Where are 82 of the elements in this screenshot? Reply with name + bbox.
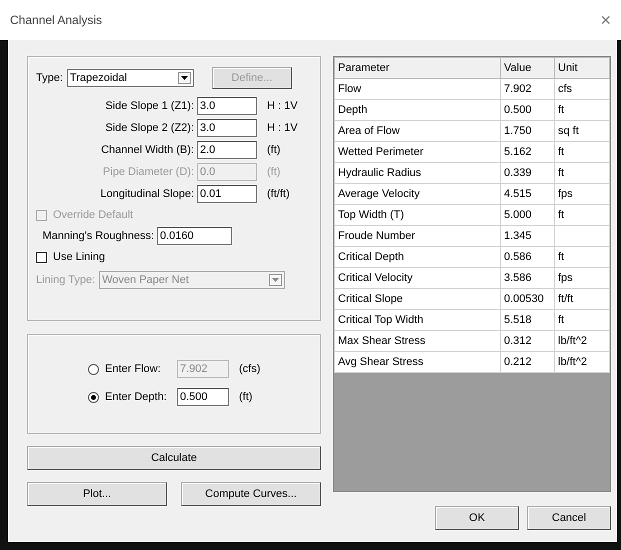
table-cell: 5.162 xyxy=(500,142,554,162)
table-cell: lb/ft^2 xyxy=(554,330,610,352)
field-label: Side Slope 1 (Z1): xyxy=(104,100,195,112)
use-lining-label: Use Lining xyxy=(53,251,105,263)
unit-label: (ft) xyxy=(267,166,280,178)
unit-label: (cfs) xyxy=(239,363,260,375)
radio-label: Enter Flow: xyxy=(105,363,162,375)
table-cell: 0.339 xyxy=(500,162,554,184)
table-cell: Critical Top Width xyxy=(334,310,500,330)
table-cell: Area of Flow xyxy=(334,120,500,142)
lining-type-label: Lining Type: xyxy=(36,274,96,286)
table-cell: Hydraulic Radius xyxy=(334,162,500,184)
close-button[interactable]: × xyxy=(600,10,611,30)
table-cell: Depth xyxy=(334,100,500,120)
table-cell: 0.500 xyxy=(500,100,554,120)
table-cell: ft xyxy=(554,246,610,268)
table-cell: lb/ft^2 xyxy=(554,352,610,372)
table-cell: cfs xyxy=(554,78,610,100)
table-cell: ft/ft xyxy=(554,288,610,310)
column-header: Parameter xyxy=(334,58,500,78)
table-cell: sq ft xyxy=(554,120,610,142)
roughness-label: Manning's Roughness: xyxy=(41,230,155,242)
type-dropdown[interactable]: Trapezoidal xyxy=(66,69,194,87)
table-cell: Avg Shear Stress xyxy=(334,352,500,372)
radio-button[interactable] xyxy=(88,392,99,402)
input-field[interactable]: 2.0 xyxy=(197,141,257,159)
table-cell: fps xyxy=(554,184,610,204)
input-field[interactable]: 0.500 xyxy=(177,388,229,406)
table-cell: Critical Slope xyxy=(334,288,500,310)
table-cell: ft xyxy=(554,162,610,184)
radio-button[interactable] xyxy=(88,364,99,374)
dropdown-arrow-icon xyxy=(272,278,280,282)
window-title: Channel Analysis xyxy=(10,13,102,27)
table-cell: 0.212 xyxy=(500,352,554,372)
table-cell: Flow xyxy=(334,78,500,100)
table-cell: ft xyxy=(554,204,610,226)
type-label: Type: xyxy=(36,72,63,84)
unit-label: (ft/ft) xyxy=(267,188,290,200)
radio-label: Enter Depth: xyxy=(105,391,168,403)
table-cell: 5.000 xyxy=(500,204,554,226)
table-cell: Top Width (T) xyxy=(334,204,500,226)
field-label: Pipe Diameter (D): xyxy=(102,166,195,178)
input-field[interactable]: 3.0 xyxy=(197,97,257,115)
dropdown-arrow-icon xyxy=(180,76,188,80)
table-cell: 0.586 xyxy=(500,246,554,268)
column-header: Unit xyxy=(554,58,610,78)
table-cell: 0.312 xyxy=(500,330,554,352)
table-cell: 3.586 xyxy=(500,268,554,288)
checkbox[interactable] xyxy=(36,252,47,262)
table-cell: 1.345 xyxy=(500,226,554,246)
override-default-label: Override Default xyxy=(53,209,134,221)
unit-label: (ft) xyxy=(267,144,280,156)
dialog-button[interactable]: OK xyxy=(435,506,519,530)
table-cell: 7.902 xyxy=(500,78,554,100)
table-cell: 1.750 xyxy=(500,120,554,142)
dialog-button[interactable]: Cancel xyxy=(527,506,611,530)
table-cell: 5.518 xyxy=(500,310,554,330)
unit-label: H : 1V xyxy=(267,122,298,134)
field-label: Longitudinal Slope: xyxy=(99,188,195,200)
table-cell: Wetted Perimeter xyxy=(334,142,500,162)
table-cell: Critical Velocity xyxy=(334,268,500,288)
table-cell: ft xyxy=(554,142,610,162)
roughness-field[interactable]: 0.0160 xyxy=(157,227,232,245)
table-cell: 0.00530 xyxy=(500,288,554,310)
table-cell: ft xyxy=(554,100,610,120)
table-cell: Max Shear Stress xyxy=(334,330,500,352)
table-cell: ft xyxy=(554,310,610,330)
table-cell: Froude Number xyxy=(334,226,500,246)
field-label: Channel Width (B): xyxy=(100,144,195,156)
plot-button[interactable]: Plot... xyxy=(27,482,167,506)
input-field[interactable]: 0.01 xyxy=(197,185,257,203)
table-cell: Average Velocity xyxy=(334,184,500,204)
unit-label: (ft) xyxy=(239,391,252,403)
input-field[interactable]: 3.0 xyxy=(197,119,257,137)
table-cell: fps xyxy=(554,268,610,288)
table-cell: Critical Depth xyxy=(334,246,500,268)
unit-label: H : 1V xyxy=(267,100,298,112)
field-label: Side Slope 2 (Z2): xyxy=(104,122,195,134)
table-cell: 4.515 xyxy=(500,184,554,204)
column-header: Value xyxy=(500,58,554,78)
compute-curves-button[interactable]: Compute Curves... xyxy=(181,482,321,506)
calculate-button[interactable]: Calculate xyxy=(27,446,321,470)
